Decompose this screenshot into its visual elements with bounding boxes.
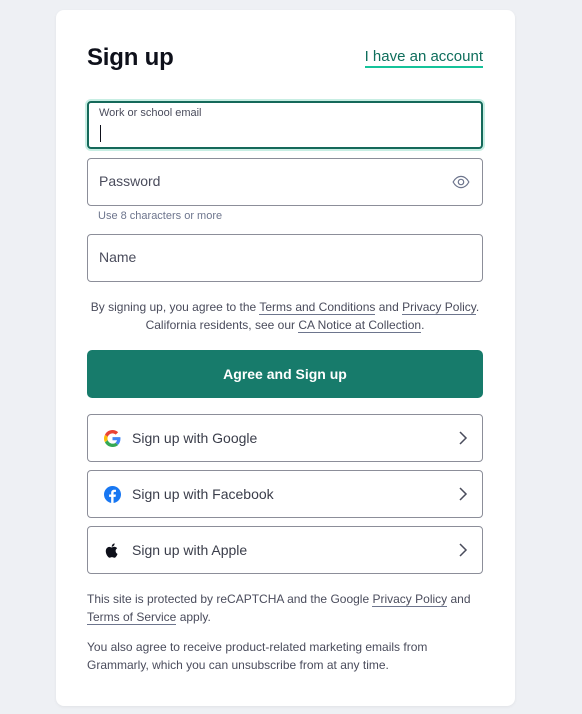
apple-signup-button[interactable]: Sign up with Apple [87, 526, 483, 574]
recaptcha-notice: This site is protected by reCAPTCHA and … [87, 590, 487, 626]
apple-icon [105, 543, 118, 558]
privacy-policy-link[interactable]: Privacy Policy [402, 300, 476, 315]
recaptcha-prefix: This site is protected by reCAPTCHA and … [87, 592, 373, 606]
password-hint: Use 8 characters or more [98, 210, 223, 222]
terms-and: and [375, 300, 403, 314]
header: Sign up I have an account [87, 42, 483, 82]
recaptcha-apply: apply. [176, 610, 211, 624]
page-title: Sign up [87, 44, 174, 71]
terms-prefix: By signing up, you agree to the [90, 300, 260, 314]
ca-notice-link[interactable]: CA Notice at Collection [298, 318, 422, 333]
have-account-link[interactable]: I have an account [364, 48, 483, 68]
california-prefix: California residents, see our [145, 318, 299, 332]
google-signup-label: Sign up with Google [132, 430, 258, 446]
chevron-right-icon [459, 431, 468, 445]
name-placeholder: Name [99, 249, 137, 265]
google-privacy-policy-link[interactable]: Privacy Policy [372, 592, 448, 607]
google-icon [104, 430, 121, 447]
facebook-icon [104, 486, 121, 503]
facebook-signup-label: Sign up with Facebook [132, 486, 274, 502]
email-field-label: Work or school email [99, 107, 202, 119]
terms-text: By signing up, you agree to the Terms an… [87, 298, 483, 334]
show-password-eye-icon[interactable] [452, 173, 470, 191]
email-field[interactable]: Work or school email [87, 101, 483, 149]
chevron-right-icon [459, 487, 468, 501]
password-placeholder: Password [99, 173, 161, 189]
signup-card: Sign up I have an account Work or school… [56, 10, 515, 706]
password-field[interactable]: Password [87, 158, 483, 206]
terms-and-conditions-link[interactable]: Terms and Conditions [259, 300, 376, 315]
facebook-signup-button[interactable]: Sign up with Facebook [87, 470, 483, 518]
apple-signup-label: Sign up with Apple [132, 542, 248, 558]
chevron-right-icon [459, 543, 468, 557]
text-cursor [100, 125, 101, 142]
google-terms-of-service-link[interactable]: Terms of Service [87, 610, 177, 625]
google-signup-button[interactable]: Sign up with Google [87, 414, 483, 462]
recaptcha-and: and [447, 592, 471, 606]
terms-period: . [475, 300, 480, 314]
name-field[interactable]: Name [87, 234, 483, 282]
agree-and-signup-button[interactable]: Agree and Sign up [87, 350, 483, 398]
marketing-notice: You also agree to receive product-relate… [87, 640, 428, 672]
california-suffix: . [421, 318, 425, 332]
